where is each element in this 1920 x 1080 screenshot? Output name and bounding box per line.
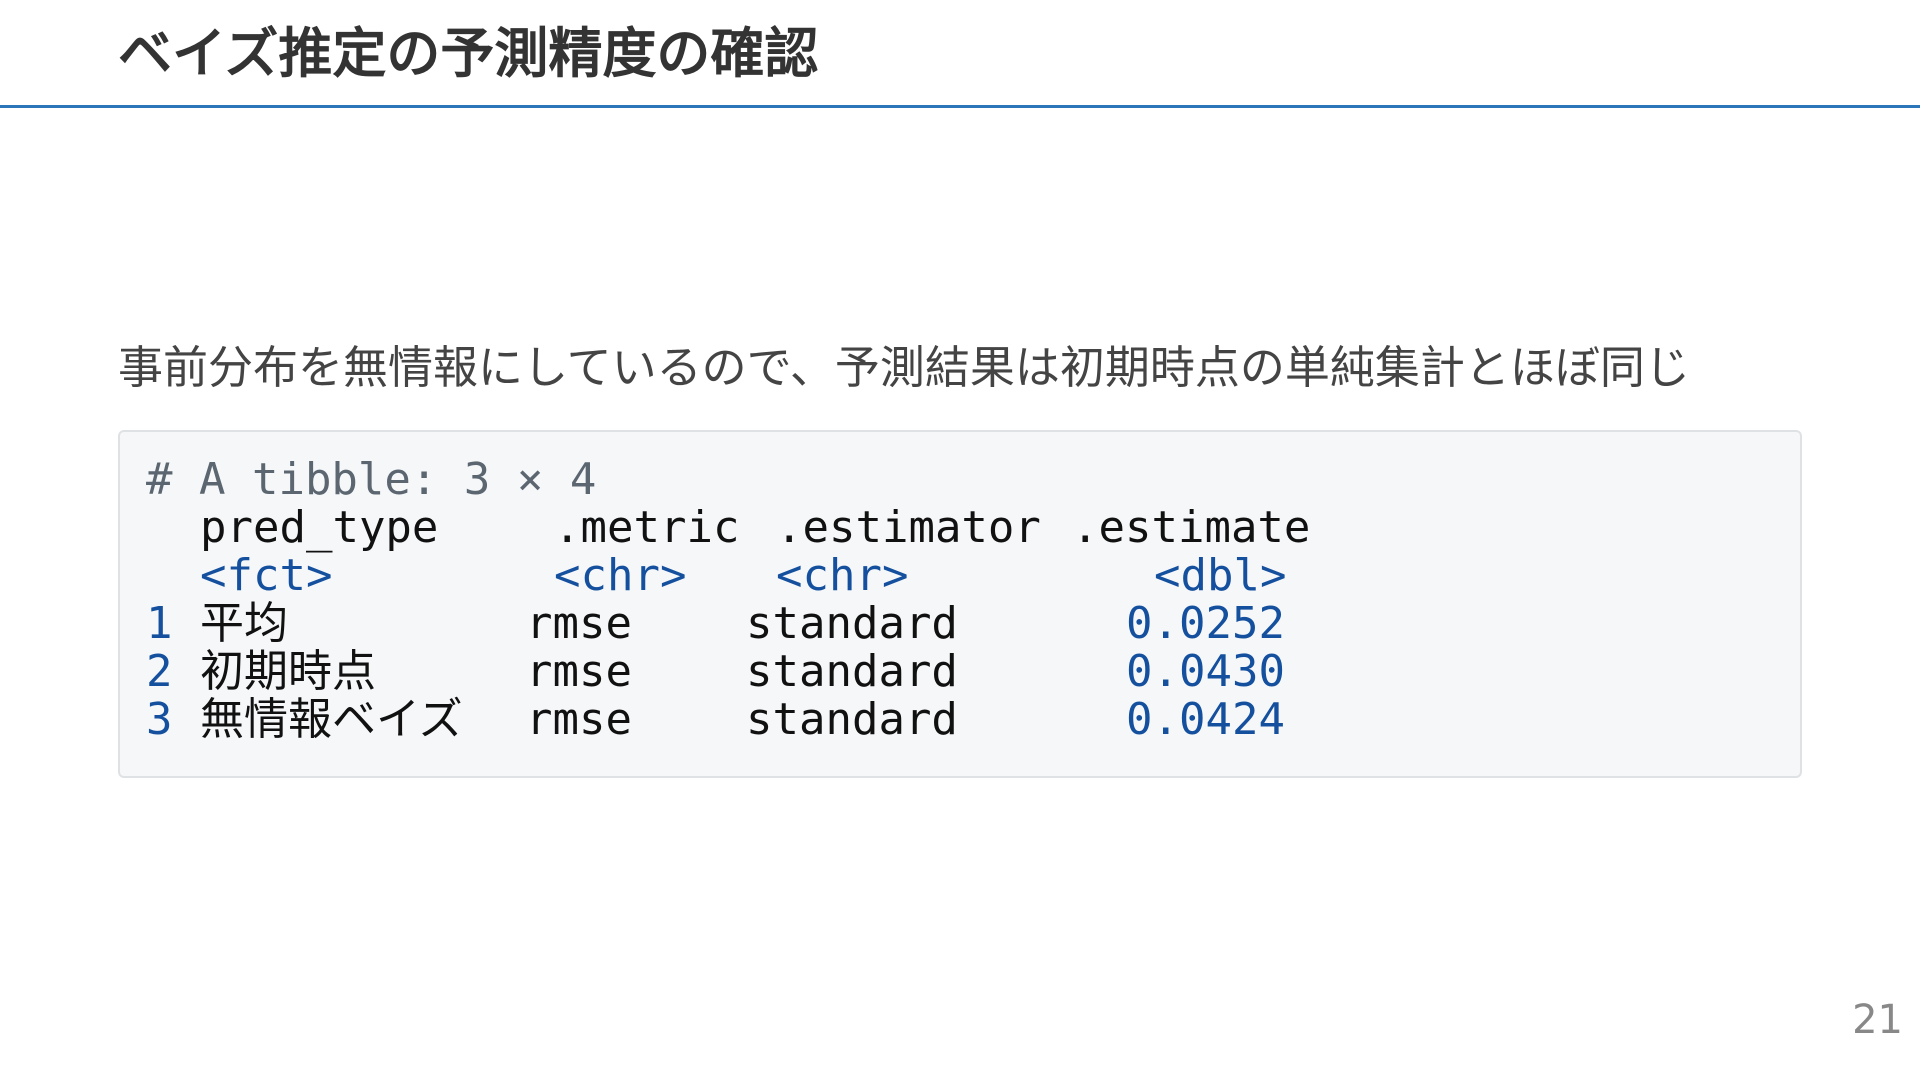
row-estimator: standard [746, 646, 958, 697]
header-pred-type: pred_type [200, 502, 439, 553]
type-chr-estimator: <chr> [776, 550, 909, 601]
row-metric: rmse [526, 694, 632, 745]
page-number: 21 [1852, 997, 1903, 1043]
row-pred-type: 平均 [200, 598, 288, 649]
tibble-comment: # A tibble: 3 × 4 [146, 454, 597, 505]
header-metric: .metric [554, 502, 740, 553]
header-estimator: .estimator [776, 502, 1041, 553]
header-estimate: .estimate [1072, 502, 1311, 553]
row-estimate: 0.0252 [1126, 598, 1285, 649]
type-row: <fct> <chr> <chr> <dbl> [146, 552, 1800, 600]
row-estimate: 0.0424 [1126, 694, 1285, 745]
header-row: pred_type .metric .estimator .estimate [146, 504, 1800, 552]
table-row: 2 初期時点 rmse standard 0.0430 [146, 648, 1800, 696]
row-index: 1 [146, 598, 173, 649]
row-estimate: 0.0430 [1126, 646, 1285, 697]
type-chr-metric: <chr> [554, 550, 687, 601]
table-row: 3 無情報ベイズ rmse standard 0.0424 [146, 696, 1800, 744]
type-dbl: <dbl> [1154, 550, 1287, 601]
row-index: 2 [146, 646, 173, 697]
row-index: 3 [146, 694, 173, 745]
row-metric: rmse [526, 598, 632, 649]
row-estimator: standard [746, 694, 958, 745]
lead-text: 事前分布を無情報にしているので、予測結果は初期時点の単純集計とほぼ同じ [118, 341, 1690, 394]
row-metric: rmse [526, 646, 632, 697]
table-row: 1 平均 rmse standard 0.0252 [146, 600, 1800, 648]
row-pred-type: 初期時点 [200, 646, 376, 697]
slide-title: ベイズ推定の予測精度の確認 [118, 22, 819, 85]
row-estimator: standard [746, 598, 958, 649]
tibble-comment-line: # A tibble: 3 × 4 [146, 456, 1800, 504]
row-pred-type: 無情報ベイズ [200, 694, 463, 745]
title-divider [0, 105, 1920, 108]
type-fct: <fct> [200, 550, 333, 601]
code-output-block: # A tibble: 3 × 4 pred_type .metric .est… [118, 430, 1802, 778]
